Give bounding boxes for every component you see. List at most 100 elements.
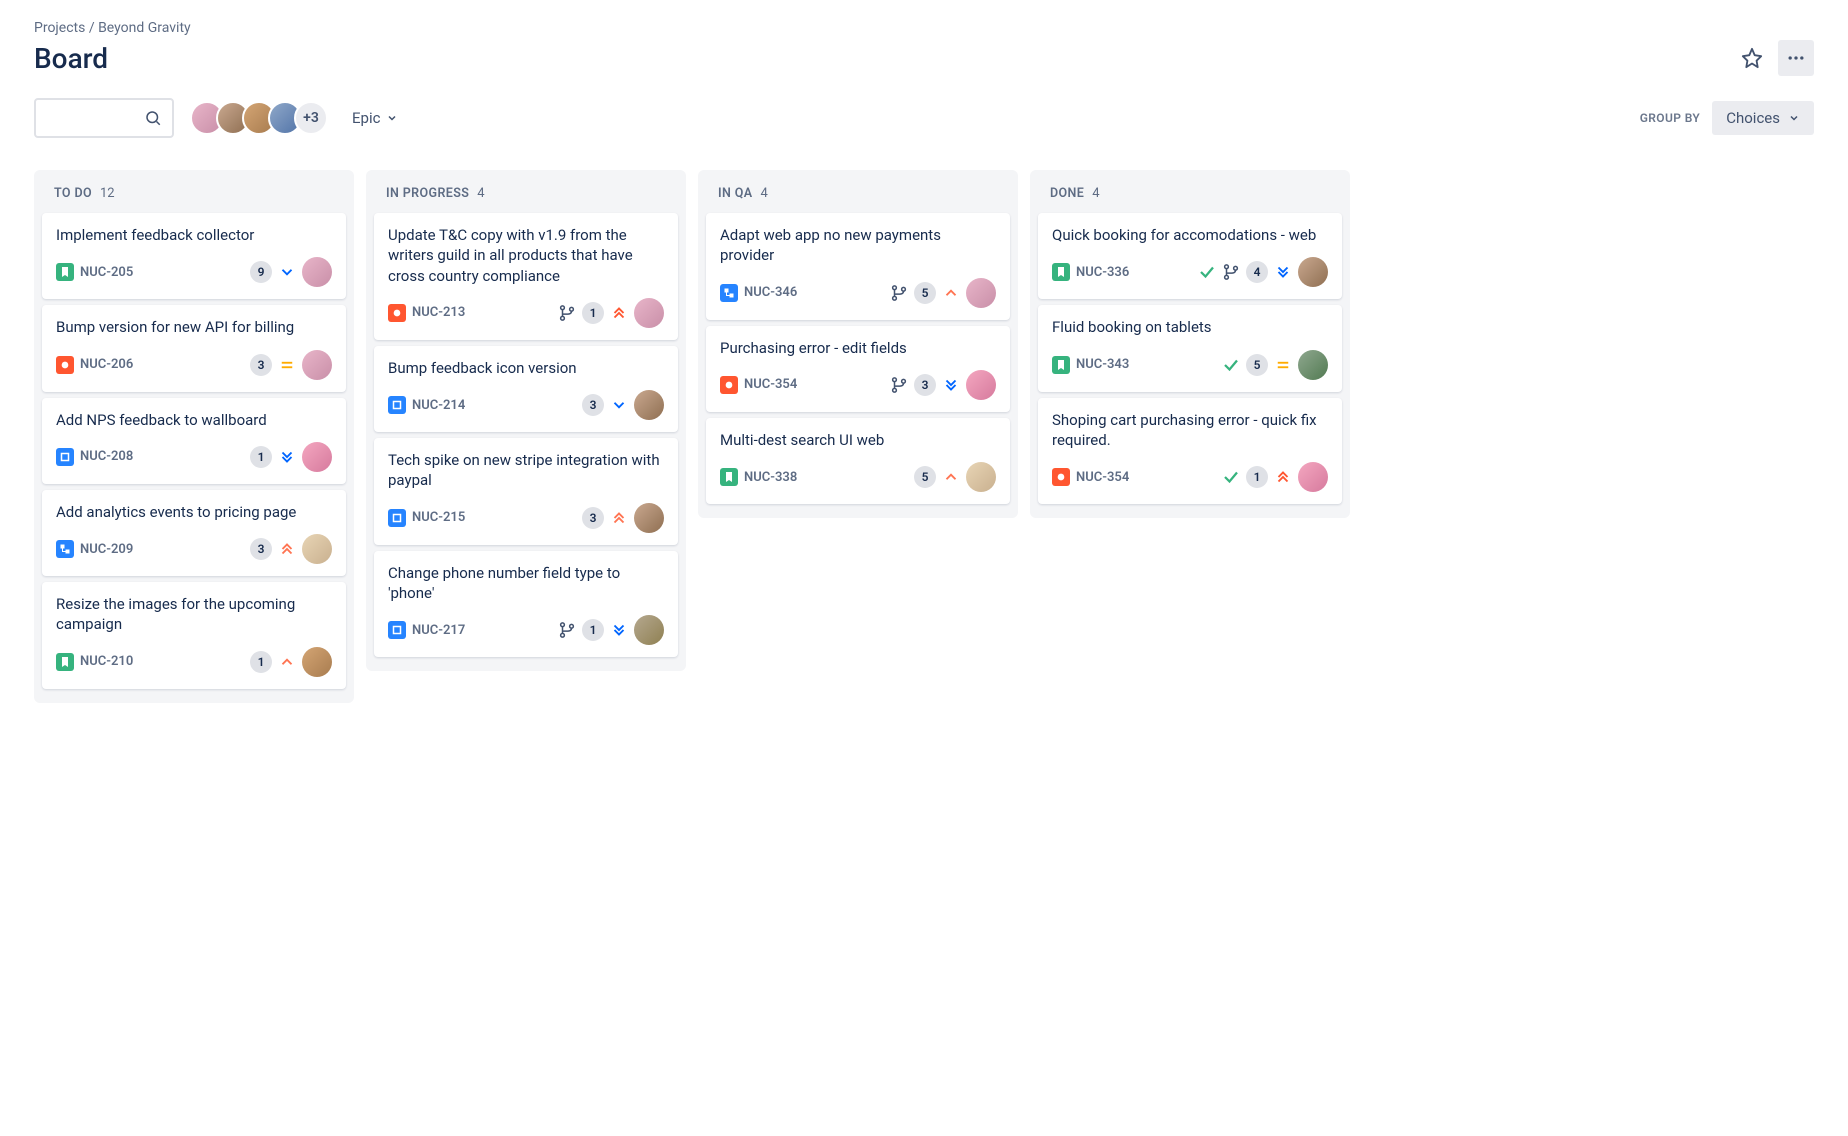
card-title: Bump feedback icon version	[388, 358, 664, 378]
search-input[interactable]	[34, 98, 174, 138]
column: DONE 4 Quick booking for accomodations -…	[1030, 170, 1350, 518]
breadcrumb-project[interactable]: Beyond Gravity	[98, 20, 191, 36]
issue-card[interactable]: Tech spike on new stripe integration wit…	[374, 438, 678, 545]
issue-card[interactable]: Add NPS feedback to wallboard NUC-208 1	[42, 398, 346, 484]
story-icon	[56, 653, 74, 671]
card-title: Implement feedback collector	[56, 225, 332, 245]
issue-card[interactable]: Update T&C copy with v1.9 from the write…	[374, 213, 678, 340]
priority-lowest-icon	[610, 621, 628, 639]
priority-medium-icon	[278, 356, 296, 374]
issue-key: NUC-206	[80, 357, 133, 372]
card-title: Purchasing error - edit fields	[720, 338, 996, 358]
issue-card[interactable]: Purchasing error - edit fields NUC-354 3	[706, 326, 1010, 412]
story-points-badge: 5	[1246, 354, 1268, 376]
issue-card[interactable]: Change phone number field type to 'phone…	[374, 551, 678, 658]
card-title: Bump version for new API for billing	[56, 317, 332, 337]
priority-low-icon	[610, 396, 628, 414]
issue-key: NUC-217	[412, 623, 465, 638]
issue-key: NUC-343	[1076, 357, 1129, 372]
card-title: Fluid booking on tablets	[1052, 317, 1328, 337]
breadcrumb: Projects / Beyond Gravity	[34, 20, 1814, 36]
priority-highest-icon	[610, 304, 628, 322]
more-button[interactable]	[1778, 40, 1814, 76]
story-points-badge: 1	[582, 302, 604, 324]
issue-key: NUC-210	[80, 654, 133, 669]
card-title: Quick booking for accomodations - web	[1052, 225, 1328, 245]
issue-key: NUC-214	[412, 398, 465, 413]
priority-low-icon	[278, 263, 296, 281]
story-points-badge: 9	[250, 261, 272, 283]
card-title: Shoping cart purchasing error - quick fi…	[1052, 410, 1328, 451]
card-title: Update T&C copy with v1.9 from the write…	[388, 225, 664, 286]
column-title: DONE	[1050, 186, 1084, 201]
assignee-avatar[interactable]	[302, 257, 332, 287]
story-points-badge: 1	[250, 651, 272, 673]
issue-key: NUC-354	[744, 377, 797, 392]
done-check-icon	[1222, 468, 1240, 486]
column-title: TO DO	[54, 186, 92, 201]
branch-icon	[1222, 263, 1240, 281]
assignee-avatar[interactable]	[966, 462, 996, 492]
issue-card[interactable]: Fluid booking on tablets NUC-343 5	[1038, 305, 1342, 391]
priority-lowest-icon	[942, 376, 960, 394]
column-title: IN QA	[718, 186, 753, 201]
assignee-avatar[interactable]	[1298, 257, 1328, 287]
groupby-select[interactable]: Choices	[1712, 101, 1814, 135]
assignee-avatar[interactable]	[302, 350, 332, 380]
chevron-down-icon	[1788, 112, 1800, 124]
avatar-stack[interactable]: +3	[190, 101, 328, 135]
breadcrumb-root[interactable]: Projects	[34, 20, 85, 36]
epic-filter[interactable]: Epic	[344, 103, 406, 133]
assignee-avatar[interactable]	[634, 503, 664, 533]
subtask-icon	[720, 284, 738, 302]
story-points-badge: 3	[582, 507, 604, 529]
issue-card[interactable]: Multi-dest search UI web NUC-338 5	[706, 418, 1010, 504]
assignee-avatar[interactable]	[302, 534, 332, 564]
assignee-avatar[interactable]	[302, 647, 332, 677]
branch-icon	[890, 376, 908, 394]
star-button[interactable]	[1734, 40, 1770, 76]
issue-key: NUC-336	[1076, 265, 1129, 280]
issue-card[interactable]: Resize the images for the upcoming campa…	[42, 582, 346, 689]
assignee-avatar[interactable]	[1298, 350, 1328, 380]
chevron-down-icon	[386, 112, 398, 124]
board: TO DO 12 Implement feedback collector NU…	[34, 170, 1814, 703]
branch-icon	[558, 304, 576, 322]
assignee-avatar[interactable]	[966, 278, 996, 308]
assignee-avatar[interactable]	[634, 298, 664, 328]
priority-minor-icon	[942, 284, 960, 302]
assignee-avatar[interactable]	[1298, 462, 1328, 492]
issue-card[interactable]: Quick booking for accomodations - web NU…	[1038, 213, 1342, 299]
assignee-avatar[interactable]	[966, 370, 996, 400]
column: IN PROGRESS 4 Update T&C copy with v1.9 …	[366, 170, 686, 671]
page-title: Board	[34, 42, 108, 75]
task-icon	[388, 509, 406, 527]
issue-card[interactable]: Bump version for new API for billing NUC…	[42, 305, 346, 391]
priority-highest-icon	[1274, 468, 1292, 486]
issue-key: NUC-208	[80, 449, 133, 464]
assignee-avatar[interactable]	[634, 390, 664, 420]
assignee-avatar[interactable]	[302, 442, 332, 472]
column-count: 12	[100, 186, 115, 201]
priority-medium-icon	[1274, 356, 1292, 374]
issue-card[interactable]: Adapt web app no new payments provider N…	[706, 213, 1010, 320]
avatar-overflow[interactable]: +3	[294, 101, 328, 135]
issue-card[interactable]: Shoping cart purchasing error - quick fi…	[1038, 398, 1342, 505]
issue-card[interactable]: Add analytics events to pricing page NUC…	[42, 490, 346, 576]
column-count: 4	[1092, 186, 1099, 201]
priority-high-icon	[610, 509, 628, 527]
priority-high-icon	[278, 540, 296, 558]
assignee-avatar[interactable]	[634, 615, 664, 645]
card-title: Adapt web app no new payments provider	[720, 225, 996, 266]
done-check-icon	[1198, 263, 1216, 281]
issue-card[interactable]: Implement feedback collector NUC-205 9	[42, 213, 346, 299]
column: IN QA 4 Adapt web app no new payments pr…	[698, 170, 1018, 518]
issue-key: NUC-213	[412, 305, 465, 320]
search-icon	[144, 109, 162, 127]
branch-icon	[558, 621, 576, 639]
column-header: IN QA 4	[706, 178, 1010, 213]
subtask-icon	[56, 540, 74, 558]
card-title: Change phone number field type to 'phone…	[388, 563, 664, 604]
priority-minor-icon	[942, 468, 960, 486]
issue-card[interactable]: Bump feedback icon version NUC-214 3	[374, 346, 678, 432]
